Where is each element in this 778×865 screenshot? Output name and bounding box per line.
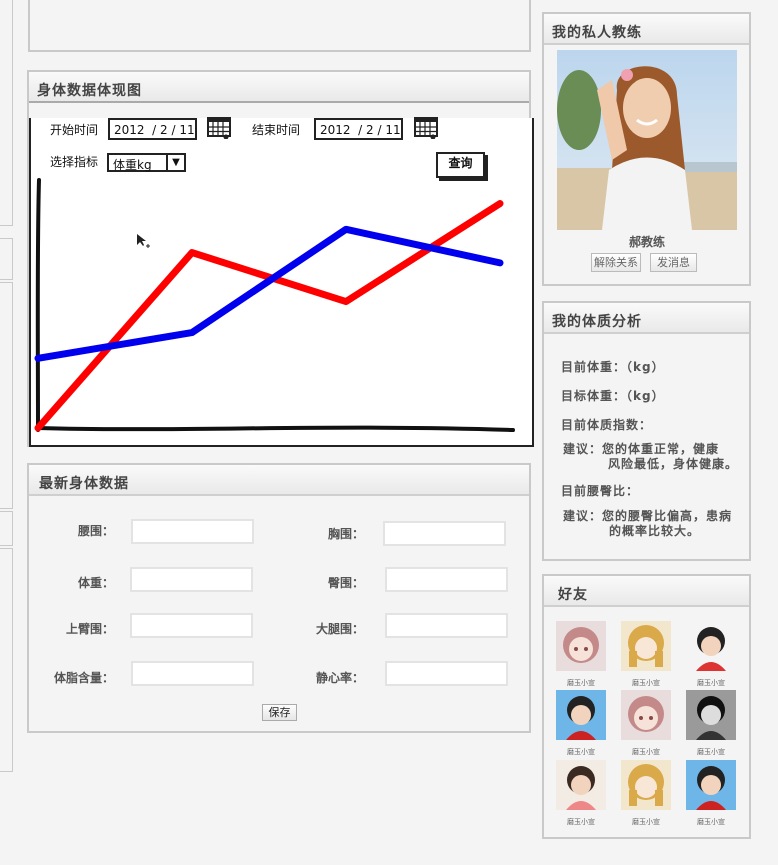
friend-name: 磨玉小宣 xyxy=(697,679,725,687)
left-edge-panel xyxy=(0,0,13,226)
end-date-input[interactable]: 2012 / 2 / 11 xyxy=(314,118,403,140)
series-line-1 xyxy=(34,200,504,432)
series-line-2 xyxy=(34,225,504,362)
friend-name: 磨玉小宣 xyxy=(567,818,595,826)
advice-2-line-1: 建议：您的腰臀比偏高，患病 xyxy=(563,509,733,523)
friend-name: 磨玉小宣 xyxy=(567,748,595,756)
y-axis xyxy=(35,178,41,432)
friend-item[interactable]: 磨玉小宣 xyxy=(621,690,671,757)
resting-hr-label: 静心率： xyxy=(315,671,364,685)
upper-arm-input[interactable] xyxy=(130,613,253,638)
mouse-cursor-icon xyxy=(137,234,150,248)
friend-avatar xyxy=(556,760,606,810)
coach-photo xyxy=(557,50,737,230)
thigh-label: 大腿围： xyxy=(315,622,364,636)
top-panel xyxy=(28,0,531,52)
friend-item[interactable]: 磨玉小宣 xyxy=(556,690,606,757)
friend-avatar xyxy=(686,621,736,671)
left-edge-panel xyxy=(0,548,13,772)
start-time-label: 开始时间 xyxy=(50,123,99,137)
friend-name: 磨玉小宣 xyxy=(697,748,725,756)
calendar-icon[interactable] xyxy=(207,117,231,139)
coach-name: 郝教练 xyxy=(628,235,665,249)
friend-item[interactable]: 磨玉小宣 xyxy=(556,760,606,827)
left-edge-panel xyxy=(0,282,13,509)
hip-input[interactable] xyxy=(385,567,508,592)
friend-avatar xyxy=(556,690,606,740)
advice-1-line-1: 建议：您的体重正常，健康 xyxy=(563,442,720,456)
end-time-label: 结束时间 xyxy=(252,123,301,137)
friends-title: 好友 xyxy=(544,576,749,607)
friend-item[interactable]: 磨玉小宣 xyxy=(556,621,606,688)
advice-2-line-2: 的概率比较大。 xyxy=(609,524,701,538)
left-edge-panel xyxy=(0,238,13,280)
body-fat-input[interactable] xyxy=(131,661,254,686)
unbind-button[interactable]: 解除关系 xyxy=(591,253,641,272)
friend-name: 磨玉小宣 xyxy=(632,748,660,756)
chest-label: 胸围： xyxy=(327,527,364,541)
body-data-title: 最新身体数据 xyxy=(29,465,529,496)
send-message-button[interactable]: 发消息 xyxy=(650,253,697,272)
analysis-title: 我的体质分析 xyxy=(544,303,749,334)
advice-1-line-2: 风险最低，身体健康。 xyxy=(608,457,739,471)
thigh-input[interactable] xyxy=(385,613,508,638)
friend-item[interactable]: 磨玉小宣 xyxy=(621,621,671,688)
friend-avatar xyxy=(621,690,671,740)
friend-avatar xyxy=(686,690,736,740)
target-weight-text: 目标体重：（kg） xyxy=(561,389,665,403)
upper-arm-label: 上臂围： xyxy=(65,622,114,636)
friend-name: 磨玉小宣 xyxy=(632,818,660,826)
body-fat-label: 体脂含量： xyxy=(53,671,114,685)
bmi-text: 目前体质指数： xyxy=(561,418,653,432)
start-date-input[interactable]: 2012 / 2 / 11 xyxy=(108,118,197,140)
hip-label: 臀围： xyxy=(327,576,364,590)
friend-item[interactable]: 磨玉小宣 xyxy=(686,760,736,827)
line-chart xyxy=(34,178,515,432)
resting-hr-input[interactable] xyxy=(385,661,508,686)
chevron-down-icon: ▼ xyxy=(166,155,184,170)
chart-panel-title: 身体数据体现图 xyxy=(29,72,529,103)
waist-label: 腰围： xyxy=(77,524,114,538)
coach-title: 我的私人教练 xyxy=(544,14,749,45)
friend-item[interactable]: 磨玉小宣 xyxy=(686,690,736,757)
friend-item[interactable]: 磨玉小宣 xyxy=(686,621,736,688)
body-data-panel: 最新身体数据 xyxy=(27,463,531,733)
friend-avatar xyxy=(686,760,736,810)
friend-avatar xyxy=(621,621,671,671)
current-weight-text: 目前体重：（kg） xyxy=(561,360,665,374)
friend-avatar xyxy=(556,621,606,671)
x-axis xyxy=(36,425,515,432)
friend-name: 磨玉小宣 xyxy=(632,679,660,687)
calendar-icon[interactable] xyxy=(414,117,438,139)
friend-name: 磨玉小宣 xyxy=(697,818,725,826)
indicator-label: 选择指标 xyxy=(50,155,99,169)
waist-input[interactable] xyxy=(131,519,254,544)
weight-input[interactable] xyxy=(130,567,253,592)
weight-label: 体重： xyxy=(77,576,114,590)
save-button[interactable]: 保存 xyxy=(262,704,297,721)
chest-input[interactable] xyxy=(383,521,506,546)
whr-text: 目前腰臀比： xyxy=(561,484,640,498)
friend-name: 磨玉小宣 xyxy=(567,679,595,687)
left-edge-panel xyxy=(0,511,13,546)
friend-item[interactable]: 磨玉小宣 xyxy=(621,760,671,827)
friend-avatar xyxy=(621,760,671,810)
